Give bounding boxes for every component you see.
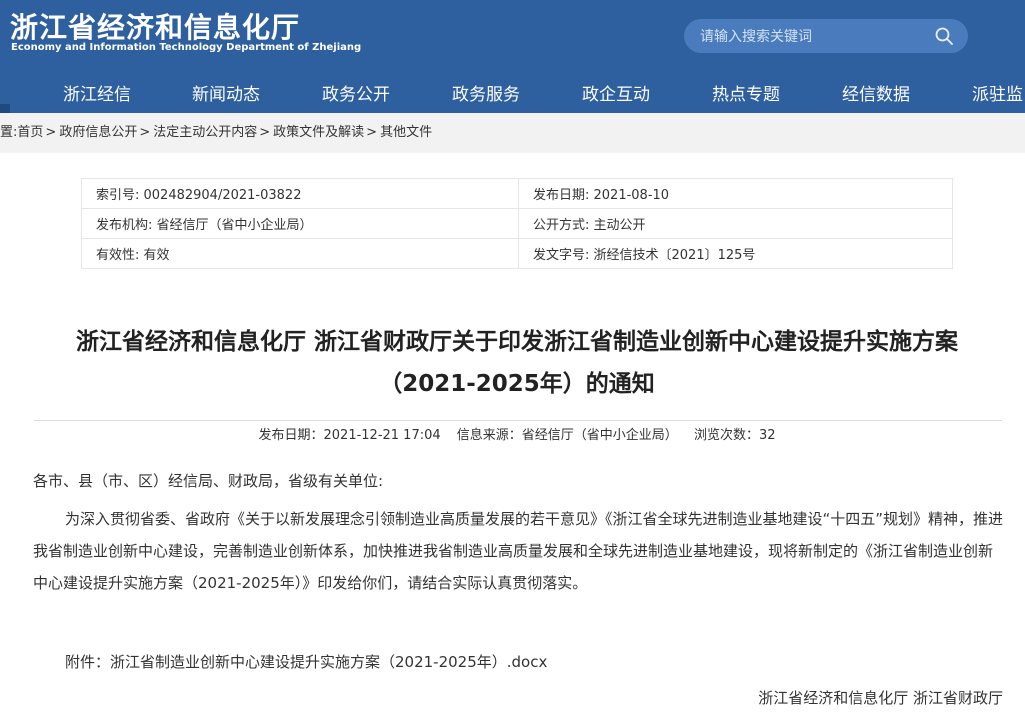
meta-index-no: 索引号: 002482904/2021-03822	[81, 178, 519, 209]
site-logo-subtitle: Economy and Information Technology Depar…	[11, 42, 362, 53]
breadcrumb-statutory[interactable]: 法定主动公开内容	[153, 125, 257, 140]
meta-validity: 有效性: 有效	[81, 238, 519, 269]
meta-row: 发布机构: 省经信厅（省中小企业局） 公开方式: 主动公开	[81, 208, 953, 239]
article-salutation: 各市、县（市、区）经信局、财政局，省级有关单位:	[33, 472, 384, 490]
site-header: 浙江省经济和信息化厅 Economy and Information Techn…	[0, 0, 1025, 113]
nav-item-dispatched[interactable]: 派驻监	[972, 80, 1023, 105]
nav-item-interaction[interactable]: 政企互动	[582, 80, 650, 105]
article-publish-time: 发布日期：2021-12-21 17:04	[258, 428, 441, 443]
breadcrumb-gov-info[interactable]: 政府信息公开	[59, 125, 137, 140]
search-box	[684, 19, 968, 55]
nav-item-zhejiang-jingxin[interactable]: 浙江经信	[63, 80, 131, 105]
breadcrumb-separator: >	[139, 125, 151, 140]
breadcrumb-separator: >	[259, 125, 271, 140]
article-meta: 发布日期：2021-12-21 17:04 信息来源：省经信厅（省中小企业局） …	[32, 424, 1002, 443]
meta-doc-no: 发文字号: 浙经信技术〔2021〕125号	[518, 238, 953, 269]
search-input[interactable]	[698, 19, 932, 55]
nav-item-government-services[interactable]: 政务服务	[452, 80, 520, 105]
breadcrumb-prefix: 置:	[0, 125, 18, 140]
title-divider	[34, 420, 1002, 421]
nav-item-government-affairs[interactable]: 政务公开	[322, 80, 390, 105]
breadcrumb-separator: >	[45, 125, 57, 140]
nav-active-marker	[0, 104, 10, 113]
nav-item-data[interactable]: 经信数据	[842, 80, 910, 105]
meta-publish-date: 发布日期: 2021-08-10	[518, 178, 953, 209]
meta-publisher: 发布机构: 省经信厅（省中小企业局）	[81, 208, 519, 239]
article-title: 浙江省经济和信息化厅 浙江省财政厅关于印发浙江省制造业创新中心建设提升实施方案（…	[75, 329, 958, 397]
meta-open-mode: 公开方式: 主动公开	[518, 208, 953, 239]
article-source: 信息来源：省经信厅（省中小企业局）	[456, 428, 678, 443]
meta-row: 有效性: 有效 发文字号: 浙经信技术〔2021〕125号	[81, 238, 953, 269]
attachment-link[interactable]: 附件：浙江省制造业创新中心建设提升实施方案（2021-2025年）.docx	[65, 646, 965, 678]
breadcrumb-other-docs[interactable]: 其他文件	[380, 125, 432, 140]
breadcrumb: 置:首页 > 政府信息公开 > 法定主动公开内容 > 政策文件及解读 > 其他文件	[0, 113, 1025, 153]
breadcrumb-separator: >	[366, 125, 378, 140]
article-views: 浏览次数：32	[693, 428, 776, 443]
meta-row: 索引号: 002482904/2021-03822 发布日期: 2021-08-…	[81, 178, 953, 209]
article-paragraph: 为深入贯彻省委、省政府《关于以新发展理念引领制造业高质量发展的若干意见》《浙江省…	[33, 510, 1004, 592]
breadcrumb-home[interactable]: 首页	[17, 125, 43, 140]
breadcrumb-policy-docs[interactable]: 政策文件及解读	[273, 125, 364, 140]
nav-item-news[interactable]: 新闻动态	[192, 80, 260, 105]
article-signature: 浙江省经济和信息化厅 浙江省财政厅	[758, 689, 1003, 707]
main-nav: 浙江经信 新闻动态 政务公开 政务服务 政企互动 热点专题 经信数据 派驻监	[0, 74, 1025, 113]
document-meta-table: 索引号: 002482904/2021-03822 发布日期: 2021-08-…	[81, 178, 953, 269]
site-logo-title[interactable]: 浙江省经济和信息化厅	[10, 6, 300, 46]
search-icon[interactable]	[934, 26, 954, 46]
nav-item-hot-topics[interactable]: 热点专题	[712, 80, 780, 105]
